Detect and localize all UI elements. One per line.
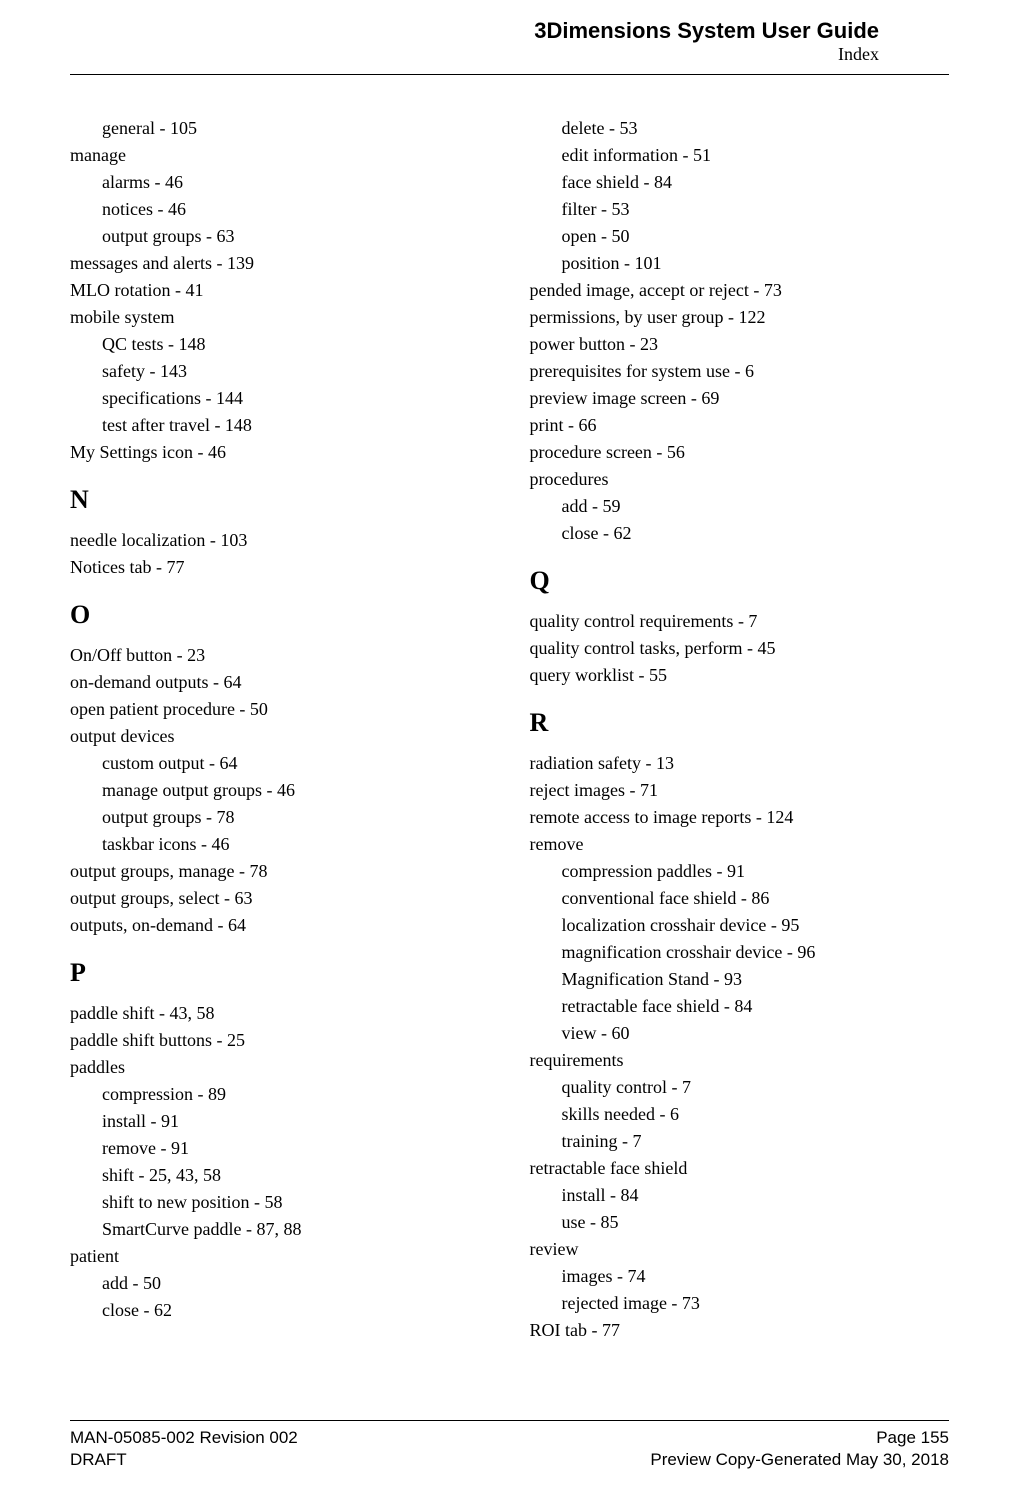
index-entry: conventional face shield - 86 <box>562 885 950 912</box>
index-entry: remote access to image reports - 124 <box>530 804 950 831</box>
footer-doc-id: MAN-05085-002 Revision 002 <box>70 1427 298 1449</box>
footer-date: Preview Copy-Generated May 30, 2018 <box>650 1449 949 1471</box>
index-entry: output groups - 63 <box>102 223 490 250</box>
footer-draft: DRAFT <box>70 1449 298 1471</box>
index-entry: compression - 89 <box>102 1081 490 1108</box>
index-entry: output groups, manage - 78 <box>70 858 490 885</box>
index-entry: edit information - 51 <box>562 142 950 169</box>
index-entry: close - 62 <box>102 1297 490 1324</box>
index-entry: compression paddles - 91 <box>562 858 950 885</box>
index-entry: filter - 53 <box>562 196 950 223</box>
index-entry: position - 101 <box>562 250 950 277</box>
index-entry: general - 105 <box>102 115 490 142</box>
index-entry: custom output - 64 <box>102 750 490 777</box>
index-entry: install - 84 <box>562 1182 950 1209</box>
index-letter-heading: P <box>70 953 490 992</box>
index-entry: quality control requirements - 7 <box>530 608 950 635</box>
index-entry: Notices tab - 77 <box>70 554 490 581</box>
index-column-right: delete - 53edit information - 51face shi… <box>530 115 950 1344</box>
index-entry: power button - 23 <box>530 331 950 358</box>
index-entry: pended image, accept or reject - 73 <box>530 277 950 304</box>
index-entry: mobile system <box>70 304 490 331</box>
header-section: Index <box>70 44 879 66</box>
page-header: 3Dimensions System User Guide Index <box>70 0 949 75</box>
index-entry: skills needed - 6 <box>562 1101 950 1128</box>
index-entry: preview image screen - 69 <box>530 385 950 412</box>
index-column-left: general - 105managealarms - 46notices - … <box>70 115 490 1344</box>
index-entry: localization crosshair device - 95 <box>562 912 950 939</box>
index-entry: paddles <box>70 1054 490 1081</box>
footer-right: Page 155 Preview Copy-Generated May 30, … <box>650 1427 949 1471</box>
index-entry: permissions, by user group - 122 <box>530 304 950 331</box>
index-entry: requirements <box>530 1047 950 1074</box>
index-entry: training - 7 <box>562 1128 950 1155</box>
footer-rule <box>70 1420 949 1421</box>
index-entry: safety - 143 <box>102 358 490 385</box>
index-content: general - 105managealarms - 46notices - … <box>0 75 1019 1344</box>
index-entry: quality control - 7 <box>562 1074 950 1101</box>
index-entry: view - 60 <box>562 1020 950 1047</box>
index-entry: add - 50 <box>102 1270 490 1297</box>
index-entry: retractable face shield <box>530 1155 950 1182</box>
index-entry: taskbar icons - 46 <box>102 831 490 858</box>
index-entry: quality control tasks, perform - 45 <box>530 635 950 662</box>
index-letter-heading: R <box>530 703 950 742</box>
index-entry: open patient procedure - 50 <box>70 696 490 723</box>
index-letter-heading: N <box>70 480 490 519</box>
index-entry: manage <box>70 142 490 169</box>
index-entry: needle localization - 103 <box>70 527 490 554</box>
index-entry: notices - 46 <box>102 196 490 223</box>
index-entry: close - 62 <box>562 520 950 547</box>
index-entry: MLO rotation - 41 <box>70 277 490 304</box>
index-entry: My Settings icon - 46 <box>70 439 490 466</box>
index-entry: procedure screen - 56 <box>530 439 950 466</box>
footer-page: Page 155 <box>650 1427 949 1449</box>
index-entry: delete - 53 <box>562 115 950 142</box>
index-letter-heading: Q <box>530 561 950 600</box>
index-entry: radiation safety - 13 <box>530 750 950 777</box>
index-entry: reject images - 71 <box>530 777 950 804</box>
index-entry: add - 59 <box>562 493 950 520</box>
index-entry: remove <box>530 831 950 858</box>
index-entry: rejected image - 73 <box>562 1290 950 1317</box>
footer-left: MAN-05085-002 Revision 002 DRAFT <box>70 1427 298 1471</box>
index-entry: shift to new position - 58 <box>102 1189 490 1216</box>
index-entry: test after travel - 148 <box>102 412 490 439</box>
index-entry: output groups, select - 63 <box>70 885 490 912</box>
index-entry: on-demand outputs - 64 <box>70 669 490 696</box>
index-entry: print - 66 <box>530 412 950 439</box>
index-entry: prerequisites for system use - 6 <box>530 358 950 385</box>
index-entry: manage output groups - 46 <box>102 777 490 804</box>
index-entry: open - 50 <box>562 223 950 250</box>
index-entry: review <box>530 1236 950 1263</box>
index-entry: remove - 91 <box>102 1135 490 1162</box>
index-entry: output devices <box>70 723 490 750</box>
index-entry: install - 91 <box>102 1108 490 1135</box>
index-entry: On/Off button - 23 <box>70 642 490 669</box>
page-footer: MAN-05085-002 Revision 002 DRAFT Page 15… <box>70 1427 949 1471</box>
index-entry: shift - 25, 43, 58 <box>102 1162 490 1189</box>
index-entry: QC tests - 148 <box>102 331 490 358</box>
index-entry: retractable face shield - 84 <box>562 993 950 1020</box>
index-entry: face shield - 84 <box>562 169 950 196</box>
index-letter-heading: O <box>70 595 490 634</box>
index-entry: magnification crosshair device - 96 <box>562 939 950 966</box>
index-entry: procedures <box>530 466 950 493</box>
index-entry: paddle shift buttons - 25 <box>70 1027 490 1054</box>
index-entry: patient <box>70 1243 490 1270</box>
index-entry: use - 85 <box>562 1209 950 1236</box>
index-entry: images - 74 <box>562 1263 950 1290</box>
index-entry: alarms - 46 <box>102 169 490 196</box>
index-entry: specifications - 144 <box>102 385 490 412</box>
index-entry: paddle shift - 43, 58 <box>70 1000 490 1027</box>
index-entry: messages and alerts - 139 <box>70 250 490 277</box>
index-entry: ROI tab - 77 <box>530 1317 950 1344</box>
index-entry: output groups - 78 <box>102 804 490 831</box>
index-entry: outputs, on-demand - 64 <box>70 912 490 939</box>
index-entry: SmartCurve paddle - 87, 88 <box>102 1216 490 1243</box>
index-entry: Magnification Stand - 93 <box>562 966 950 993</box>
header-title: 3Dimensions System User Guide <box>70 18 879 44</box>
index-entry: query worklist - 55 <box>530 662 950 689</box>
